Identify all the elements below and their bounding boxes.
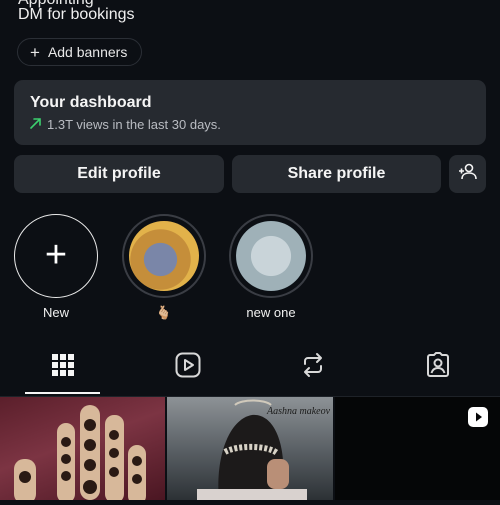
add-person-icon — [458, 162, 478, 187]
tab-reposts[interactable] — [250, 340, 375, 394]
profile-tabs — [0, 340, 500, 397]
post-thumbnail[interactable] — [0, 397, 165, 505]
new-highlight-ring[interactable]: + — [14, 214, 98, 298]
post-watermark: Aashna makeov — [267, 406, 331, 417]
add-person-button[interactable] — [449, 155, 486, 193]
posts-grid: Aashna makeov — [0, 397, 500, 505]
edit-profile-label: Edit profile — [77, 165, 161, 182]
reel-play-icon — [468, 407, 488, 432]
highlight-thumbnail — [236, 221, 306, 291]
highlight-label: New — [42, 305, 69, 320]
highlight-ring[interactable] — [122, 214, 206, 298]
trend-up-icon — [30, 116, 42, 132]
tab-tagged[interactable] — [375, 340, 500, 394]
highlight-item[interactable]: 🫰🏼 — [120, 214, 208, 321]
plus-icon: + — [44, 233, 68, 276]
add-banners-label: Add banners — [47, 44, 128, 60]
bio-line: DM for bookings — [18, 6, 135, 23]
grid-icon — [51, 353, 75, 382]
dashboard-subtitle: 1.3T views in the last 30 days. — [47, 116, 221, 132]
edit-profile-button[interactable]: Edit profile — [14, 155, 224, 193]
dashboard-subtitle-row: 1.3T views in the last 30 days. — [30, 116, 470, 132]
highlight-item[interactable]: new one — [227, 214, 315, 320]
repost-icon — [301, 352, 325, 383]
dashboard-card[interactable]: Your dashboard 1.3T views in the last 30… — [14, 80, 486, 145]
highlight-label: 🫰🏼 — [155, 305, 173, 320]
tab-reels[interactable] — [125, 340, 250, 394]
henna-hand-illustration — [14, 405, 146, 505]
post-thumbnail-reel[interactable] — [335, 397, 500, 500]
tagged-icon — [425, 351, 451, 383]
highlight-new[interactable]: + New — [12, 214, 100, 320]
highlight-thumbnail — [129, 221, 199, 291]
share-profile-label: Share profile — [287, 165, 386, 182]
highlight-label: new one — [246, 305, 296, 320]
post-thumbnail[interactable]: Aashna makeov — [167, 397, 333, 500]
dashboard-title: Your dashboard — [30, 94, 152, 111]
plus-icon: + — [30, 42, 40, 62]
share-profile-button[interactable]: Share profile — [232, 155, 441, 193]
highlight-ring[interactable] — [229, 214, 313, 298]
add-banners-button[interactable]: + Add banners — [17, 38, 143, 66]
reels-icon — [175, 352, 201, 383]
tab-grid[interactable] — [0, 340, 125, 394]
